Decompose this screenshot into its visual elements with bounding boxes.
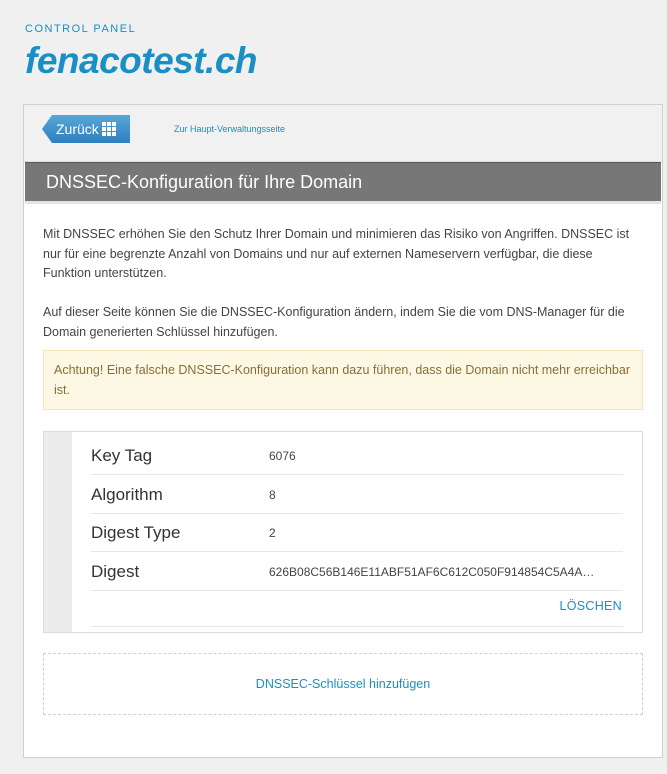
page-title: DNSSEC-Konfiguration für Ihre Domain [46,172,363,192]
key-card-stripe [44,432,72,632]
dnssec-key-card: Key Tag 6076 Algorithm 8 Digest Type 2 D… [43,431,643,633]
back-button[interactable]: Zurück [42,115,130,143]
divider [91,626,623,627]
digest-row: Digest 626B08C56B146E11ABF51AF6C612C050F… [91,552,623,591]
section-header: DNSSEC-Konfiguration für Ihre Domain [25,162,661,204]
key-tag-label: Key Tag [91,446,153,465]
warning-alert: Achtung! Eine falsche DNSSEC-Konfigurati… [43,350,643,410]
algorithm-row: Algorithm 8 [91,475,623,514]
back-button-label: Zurück [56,121,99,137]
digest-label: Digest [91,562,140,581]
digest-value: 626B08C56B146E11ABF51AF6C612C050F914854C… [269,565,595,579]
digest-type-value: 2 [269,526,276,540]
top-toolbar: Zurück Zur Haupt-Verwaltungsseite [24,105,662,162]
domain-title: fenacotest.ch [25,40,258,81]
intro-paragraph-1: Mit DNSSEC erhöhen Sie den Schutz Ihrer … [43,227,630,280]
add-dnssec-key-button[interactable]: DNSSEC-Schlüssel hinzufügen [43,653,643,715]
intro-paragraph-2: Auf dieser Seite können Sie die DNSSEC-K… [43,305,625,339]
dnssec-panel: Zurück Zur Haupt-Verwaltungsseite DNSSEC… [23,104,663,758]
digest-type-label: Digest Type [91,523,181,542]
control-panel-label: CONTROL PANEL [25,23,137,35]
algorithm-label: Algorithm [91,485,163,504]
key-tag-row: Key Tag 6076 [91,436,623,475]
main-admin-link[interactable]: Zur Haupt-Verwaltungsseite [174,124,285,134]
key-tag-value: 6076 [269,449,296,463]
algorithm-value: 8 [269,488,276,502]
grid-icon [102,122,117,137]
delete-key-button[interactable]: LÖSCHEN [559,599,622,613]
digest-type-row: Digest Type 2 [91,513,623,552]
